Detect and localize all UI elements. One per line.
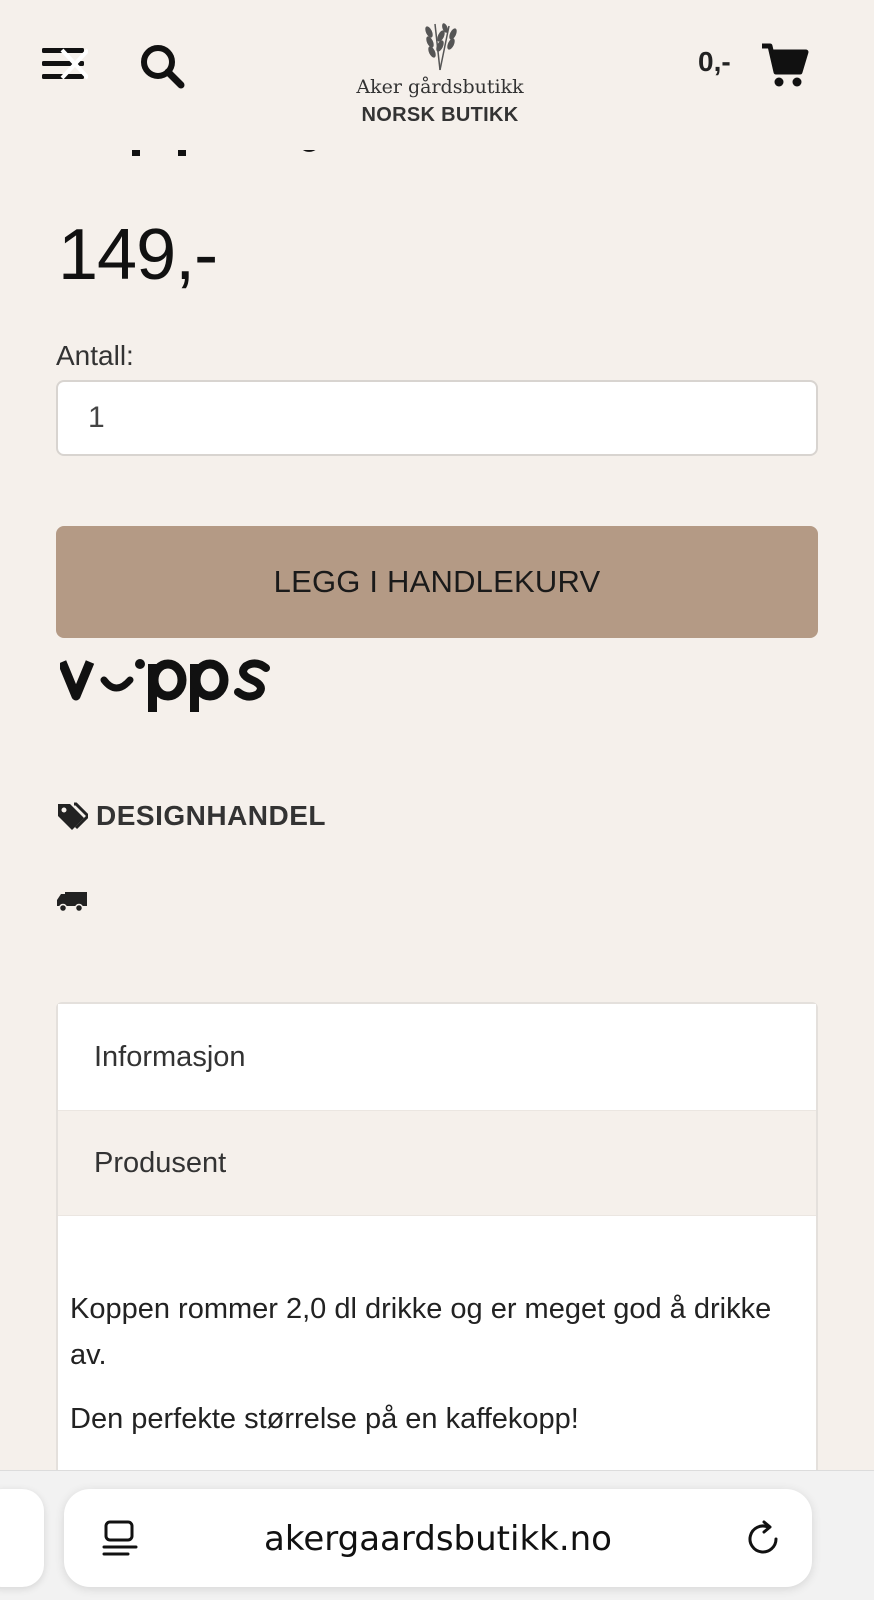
tab-producer[interactable]: Produsent xyxy=(58,1110,816,1216)
wheat-icon xyxy=(425,23,457,71)
browser-toolbar: akergaardsbutikk.no xyxy=(0,1470,874,1600)
add-to-cart-button[interactable]: LEGG I HANDLEKURV xyxy=(56,526,818,638)
tab-content: Koppen rommer 2,0 dl drikke og er meget … xyxy=(58,1216,816,1442)
quantity-input[interactable] xyxy=(56,380,818,456)
product-tag[interactable]: DESIGNHANDEL xyxy=(56,800,326,832)
address-bar[interactable]: akergaardsbutikk.no xyxy=(64,1489,812,1587)
truck-icon xyxy=(57,890,87,919)
description-paragraph-2: Den perfekte størrelse på en kaffekopp! xyxy=(70,1403,579,1435)
description-paragraph-1: Koppen rommer 2,0 dl drikke og er meget … xyxy=(70,1293,772,1371)
logo-subtitle: NORSK BUTIKK xyxy=(361,104,519,126)
logo-name: Aker gårdsbutikk xyxy=(356,76,524,98)
vipps-logo[interactable] xyxy=(57,652,280,719)
product-price: 149,- xyxy=(58,215,218,295)
site-header: Aker gårdsbutikk NORSK BUTIKK 0,- xyxy=(0,0,874,150)
cart-total[interactable]: 0,- xyxy=(698,46,731,78)
menu-close-icon[interactable] xyxy=(42,44,90,84)
tag-label: DESIGNHANDEL xyxy=(96,800,327,831)
tags-icon xyxy=(58,802,88,830)
search-icon[interactable] xyxy=(138,42,188,92)
previous-tab-preview[interactable] xyxy=(0,1489,44,1587)
url-text[interactable]: akergaardsbutikk.no xyxy=(64,1519,812,1559)
tab-information[interactable]: Informasjon xyxy=(58,1004,816,1110)
store-logo[interactable]: Aker gårdsbutikk NORSK BUTIKK xyxy=(340,18,540,127)
cart-icon[interactable] xyxy=(760,42,810,88)
quantity-label: Antall: xyxy=(56,340,134,371)
reload-icon[interactable] xyxy=(744,1519,784,1564)
